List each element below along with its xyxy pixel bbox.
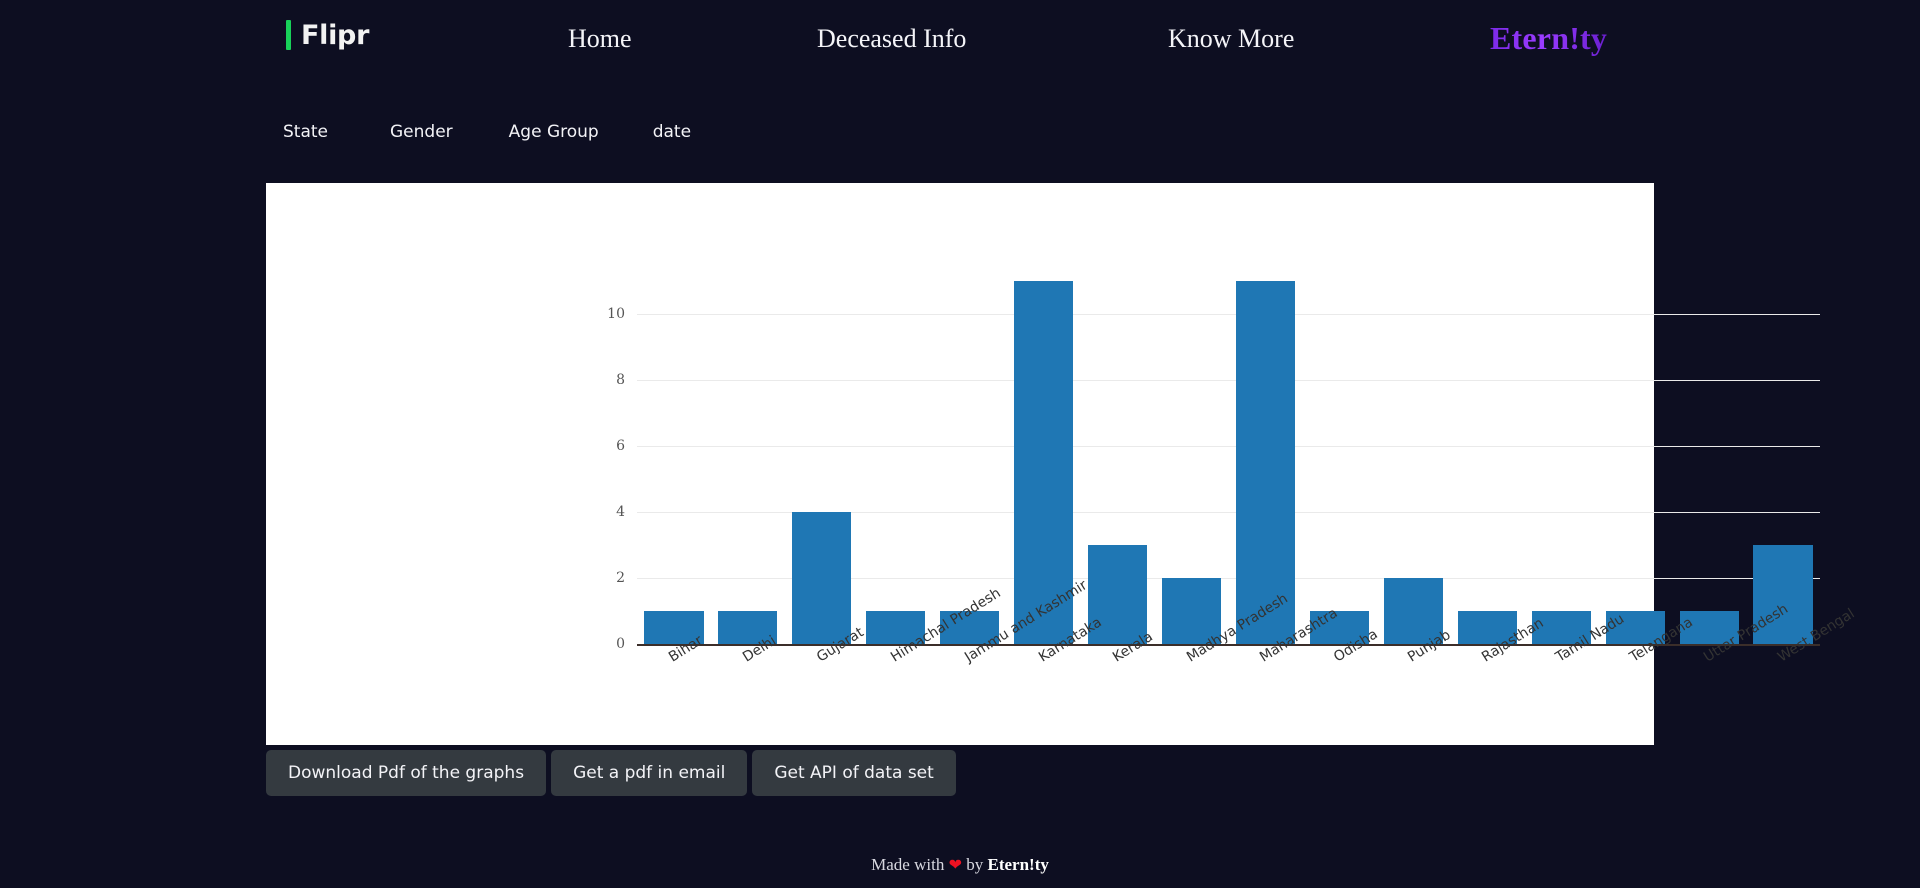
download-pdf-button[interactable]: Download Pdf of the graphs xyxy=(266,750,547,796)
y-tick-label: 10 xyxy=(607,306,625,322)
footer-prefix: Made with xyxy=(871,855,945,874)
nav-link-home[interactable]: Home xyxy=(568,24,632,54)
nav-link-know-more[interactable]: Know More xyxy=(1168,24,1294,54)
navbar: Flipr Home Deceased Info Know More Etern… xyxy=(0,0,1920,70)
filter-state[interactable]: State xyxy=(283,122,328,142)
footer-middle: by xyxy=(966,855,984,874)
filter-date[interactable]: date xyxy=(653,122,691,142)
y-tick-label: 2 xyxy=(616,570,625,586)
footer: Made with ❤ by Etern!ty xyxy=(0,855,1920,875)
y-tick-label: 4 xyxy=(616,504,625,520)
eternity-logo[interactable]: Etern!ty xyxy=(1490,20,1607,57)
y-tick-label: 6 xyxy=(616,438,625,454)
heart-icon: ❤ xyxy=(948,857,962,874)
y-tick-label: 8 xyxy=(616,372,625,388)
bar[interactable] xyxy=(792,512,852,644)
footer-brand: Etern!ty xyxy=(987,855,1049,874)
brand-name: Flipr xyxy=(301,19,370,51)
bar[interactable] xyxy=(1235,281,1296,644)
get-pdf-email-button[interactable]: Get a pdf in email xyxy=(551,750,748,796)
gridline-6 xyxy=(637,446,1820,447)
filter-age-group[interactable]: Age Group xyxy=(509,122,599,142)
nav-link-deceased-info[interactable]: Deceased Info xyxy=(817,24,966,54)
brand-logo[interactable]: Flipr xyxy=(286,20,369,51)
brand-accent-bar xyxy=(286,20,291,50)
gridline-10 xyxy=(637,314,1820,315)
filter-bar: State Gender Age Group date xyxy=(283,122,691,142)
get-api-dataset-button[interactable]: Get API of data set xyxy=(752,750,956,796)
bar-chart: 0 2 4 6 8 10 Bihar Delhi Gujarat Himachal Prades… xyxy=(266,183,1858,745)
y-tick-label: 0 xyxy=(616,636,625,652)
chart-panel: 0 2 4 6 8 10 Bihar Delhi Gujarat Himachal Prades… xyxy=(266,183,1858,745)
filter-gender[interactable]: Gender xyxy=(390,122,453,142)
gridline-8 xyxy=(637,380,1820,381)
action-button-row: Download Pdf of the graphs Get a pdf in … xyxy=(266,750,956,796)
